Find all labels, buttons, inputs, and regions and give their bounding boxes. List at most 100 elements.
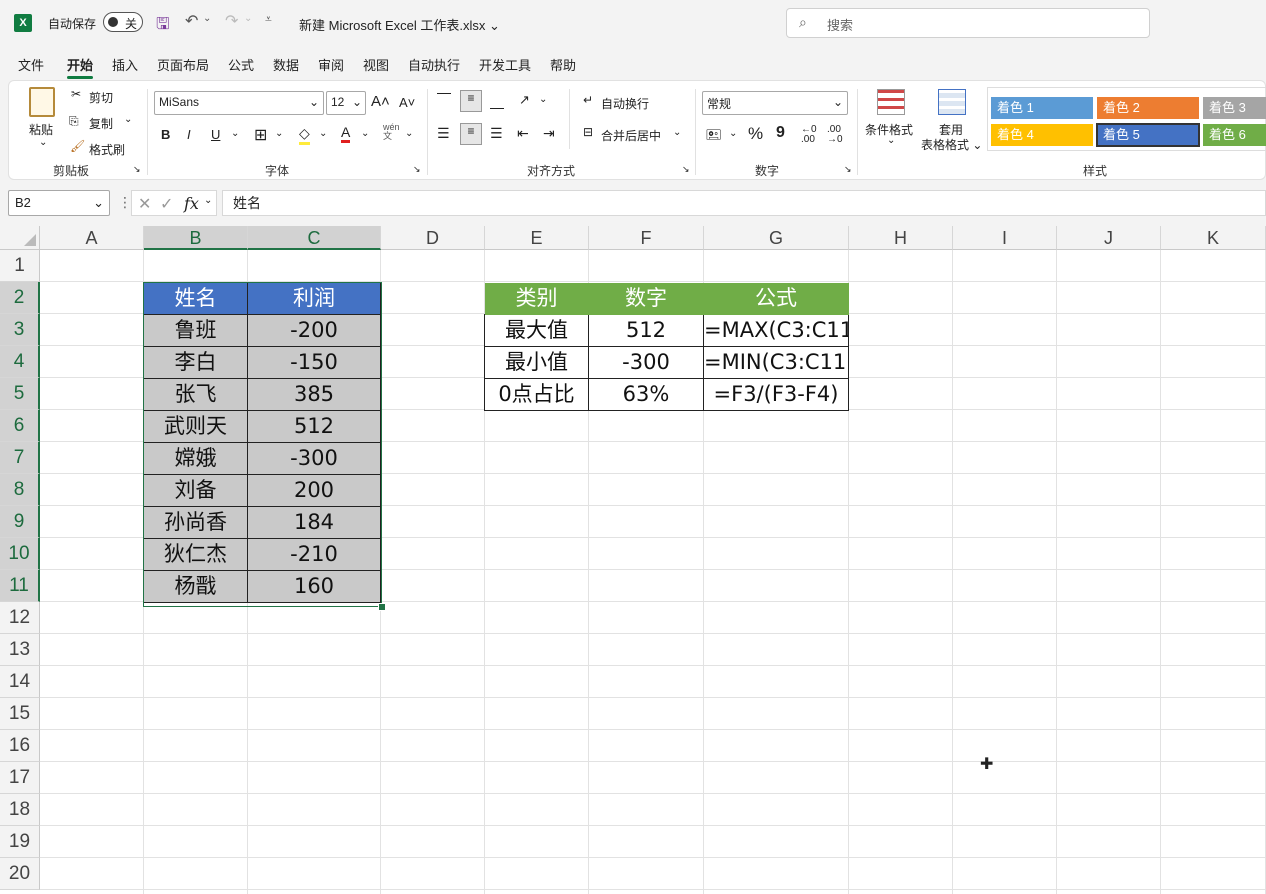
table-cell[interactable]: -300 xyxy=(589,347,704,379)
paste-icon[interactable] xyxy=(29,87,55,117)
style-accent-4[interactable]: 着色 4 xyxy=(991,124,1093,146)
cancel-icon[interactable]: ✕ xyxy=(138,194,151,214)
paste-dropdown-icon[interactable]: ⌄ xyxy=(39,137,47,148)
row-header-10[interactable]: 10 xyxy=(0,538,40,570)
tab-home[interactable]: 开始 xyxy=(67,55,94,79)
merge-dropdown-icon[interactable]: ⌄ xyxy=(673,127,681,138)
font-color-dropdown-icon[interactable]: ⌄ xyxy=(361,128,369,139)
table-cell[interactable]: 狄仁杰 xyxy=(144,539,248,571)
row-header-17[interactable]: 17 xyxy=(0,762,40,794)
row-header-18[interactable]: 18 xyxy=(0,794,40,826)
table-cell[interactable]: 鲁班 xyxy=(144,315,248,347)
table-cell[interactable]: 184 xyxy=(248,507,381,539)
column-header-g[interactable]: G xyxy=(704,226,849,250)
table-cell[interactable]: 刘备 xyxy=(144,475,248,507)
table-cell[interactable]: 0点占比 xyxy=(485,379,589,411)
format-as-table-icon[interactable] xyxy=(938,89,966,115)
underline-dropdown-icon[interactable]: ⌄ xyxy=(231,128,239,139)
table-cell[interactable]: 李白 xyxy=(144,347,248,379)
copy-icon[interactable]: ⎘ xyxy=(69,114,79,129)
align-bottom-icon[interactable]: ⎽ xyxy=(490,93,504,110)
table-cell[interactable]: -300 xyxy=(248,443,381,475)
autosave-toggle[interactable]: 关 xyxy=(103,12,143,32)
fill-handle[interactable] xyxy=(378,603,386,611)
align-left-icon[interactable]: ☰ xyxy=(437,125,450,142)
cut-icon[interactable]: ✂ xyxy=(71,87,81,101)
align-right-icon[interactable]: ☰ xyxy=(490,125,503,142)
phonetic-icon[interactable]: wén 文 xyxy=(383,123,400,141)
font-color-icon[interactable]: A xyxy=(341,124,351,143)
row-header-7[interactable]: 7 xyxy=(0,442,40,474)
table-header-cell[interactable]: 公式 xyxy=(704,283,849,315)
increase-font-icon[interactable]: A˄ xyxy=(371,93,390,110)
fill-color-icon[interactable]: ◇ xyxy=(299,125,310,145)
decrease-font-icon[interactable]: A˅ xyxy=(399,95,415,110)
copy-button[interactable]: 复制 xyxy=(89,115,113,132)
row-header-2[interactable]: 2 xyxy=(0,282,40,314)
row-header-1[interactable]: 1 xyxy=(0,250,40,282)
number-launcher-icon[interactable]: ↘ xyxy=(844,164,852,175)
tab-insert[interactable]: 插入 xyxy=(112,55,138,74)
save-icon[interactable]: 🖫 xyxy=(156,13,170,40)
cut-button[interactable]: 剪切 xyxy=(89,89,113,106)
fill-color-dropdown-icon[interactable]: ⌄ xyxy=(319,128,327,139)
table-cell[interactable]: 张飞 xyxy=(144,379,248,411)
undo-dropdown-icon[interactable]: ⌄ xyxy=(203,13,211,24)
tab-file[interactable]: 文件 xyxy=(18,55,44,74)
table-cell[interactable]: =F3/(F3-F4) xyxy=(704,379,849,411)
table-cell[interactable]: 孙尚香 xyxy=(144,507,248,539)
column-header-j[interactable]: J xyxy=(1057,226,1161,250)
tab-data[interactable]: 数据 xyxy=(273,55,299,74)
select-all-button[interactable] xyxy=(0,226,40,250)
merge-center-button[interactable]: 合并后居中 xyxy=(601,127,661,144)
table-cell[interactable]: -200 xyxy=(248,315,381,347)
number-format-select[interactable]: 常规 ⌄ xyxy=(702,91,848,115)
italic-button[interactable]: I xyxy=(187,127,191,142)
formula-input[interactable]: 姓名 xyxy=(222,190,1266,216)
borders-icon[interactable]: ⊞ xyxy=(254,125,267,145)
row-header-16[interactable]: 16 xyxy=(0,730,40,762)
format-as-table-button[interactable]: 表格格式 ⌄ xyxy=(921,136,982,153)
row-header-5[interactable]: 5 xyxy=(0,378,40,410)
decrease-decimal-icon[interactable]: .00 →0 xyxy=(827,125,843,145)
format-painter-icon[interactable]: 🖌 xyxy=(70,139,85,153)
copy-dropdown-icon[interactable]: ⌄ xyxy=(124,114,132,125)
wrap-text-icon[interactable]: ↵ xyxy=(583,93,593,107)
column-header-b[interactable]: B xyxy=(144,226,248,250)
style-accent-3[interactable]: 着色 3 xyxy=(1203,97,1266,119)
align-middle-icon[interactable]: ≡ xyxy=(460,90,482,112)
table-cell[interactable]: 嫦娥 xyxy=(144,443,248,475)
row-header-13[interactable]: 13 xyxy=(0,634,40,666)
table-cell[interactable]: -150 xyxy=(248,347,381,379)
borders-dropdown-icon[interactable]: ⌄ xyxy=(275,128,283,139)
align-center-icon[interactable]: ≡ xyxy=(460,123,482,145)
tab-help[interactable]: 帮助 xyxy=(550,55,576,74)
table-header-cell[interactable]: 类别 xyxy=(485,283,589,315)
alignment-launcher-icon[interactable]: ↘ xyxy=(682,164,690,175)
tab-page-layout[interactable]: 页面布局 xyxy=(157,55,209,74)
tab-review[interactable]: 审阅 xyxy=(318,55,344,74)
table-header-cell[interactable]: 数字 xyxy=(589,283,704,315)
orientation-icon[interactable]: ↗ xyxy=(519,92,530,108)
table-cell[interactable]: 最小值 xyxy=(485,347,589,379)
more-options-icon[interactable]: ⋮ xyxy=(118,194,132,211)
font-name-select[interactable]: MiSans ⌄ xyxy=(154,91,324,115)
search-input[interactable]: ⌕ 搜索 xyxy=(786,8,1150,38)
style-accent-2[interactable]: 着色 2 xyxy=(1097,97,1199,119)
insert-function-icon[interactable]: fx xyxy=(184,194,199,213)
accounting-dropdown-icon[interactable]: ⌄ xyxy=(729,128,737,139)
font-size-select[interactable]: 12 ⌄ xyxy=(326,91,366,115)
row-header-15[interactable]: 15 xyxy=(0,698,40,730)
table-header-cell[interactable]: 利润 xyxy=(248,283,381,315)
redo-icon[interactable]: ↷ xyxy=(225,11,238,31)
decrease-indent-icon[interactable]: ⇤ xyxy=(517,125,529,142)
style-accent-5[interactable]: 着色 5 xyxy=(1096,123,1200,147)
underline-button[interactable]: U xyxy=(211,127,220,142)
row-header-8[interactable]: 8 xyxy=(0,474,40,506)
wrap-text-button[interactable]: 自动换行 xyxy=(601,95,649,112)
row-header-9[interactable]: 9 xyxy=(0,506,40,538)
column-header-c[interactable]: C xyxy=(248,226,381,250)
table-cell[interactable]: =MAX(C3:C11) xyxy=(704,315,849,347)
align-top-icon[interactable]: ⎺ xyxy=(437,91,451,108)
table-cell[interactable]: 160 xyxy=(248,571,381,603)
